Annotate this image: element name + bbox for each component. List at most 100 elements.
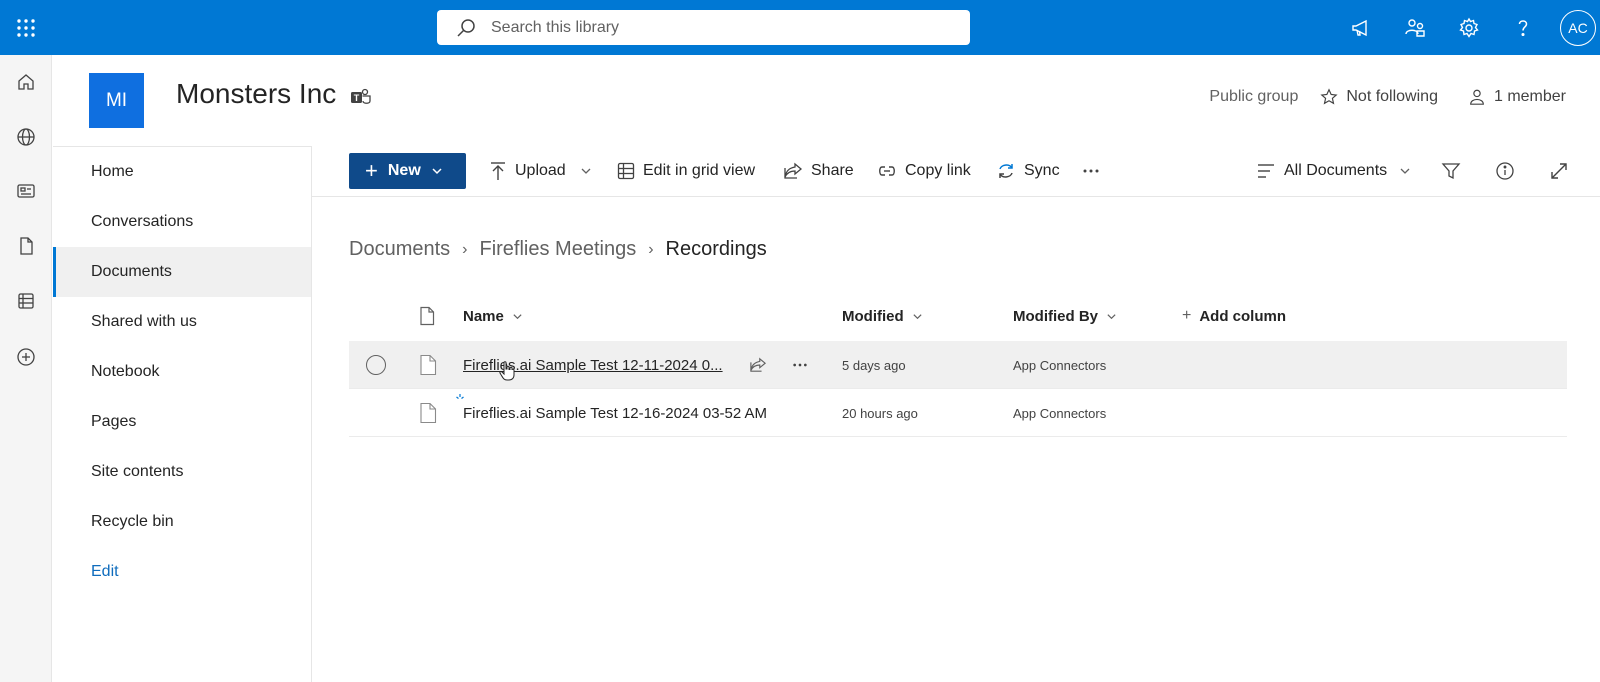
share-icon — [784, 162, 803, 179]
modified-by-cell[interactable]: App Connectors — [1013, 389, 1106, 437]
nav-item-site-contents[interactable]: Site contents — [53, 447, 311, 497]
rail-files-button[interactable] — [0, 226, 52, 266]
follow-button[interactable]: Not following — [1320, 88, 1438, 106]
column-header-modified-by[interactable]: Modified By — [1013, 296, 1117, 336]
copy-link-button[interactable]: Copy link — [877, 153, 971, 189]
expand-button[interactable] — [1549, 153, 1577, 189]
rail-lists-button[interactable] — [0, 281, 52, 321]
nav-item-pages[interactable]: Pages — [53, 397, 311, 447]
waffle-icon — [17, 18, 35, 37]
upload-button[interactable]: Upload — [489, 153, 592, 189]
rail-home-button[interactable] — [0, 62, 52, 102]
file-icon — [20, 237, 33, 255]
upload-icon — [491, 162, 505, 180]
table-row[interactable]: Fireflies.ai Sample Test 12-16-2024 03-5… — [349, 389, 1567, 437]
grid-icon — [617, 162, 635, 180]
view-selector-label: All Documents — [1284, 162, 1388, 179]
suite-bar-actions: AC — [1334, 0, 1600, 55]
view-selector[interactable]: All Documents — [1256, 153, 1411, 189]
filter-button[interactable] — [1441, 153, 1469, 189]
teams-icon[interactable]: T — [350, 88, 372, 108]
file-type-header[interactable] — [419, 296, 435, 336]
filter-icon — [1441, 163, 1461, 180]
share-icon — [750, 357, 767, 372]
hand-cursor-icon — [499, 361, 515, 381]
modified-cell: 5 days ago — [842, 357, 906, 373]
add-column-button[interactable]: + Add column — [1182, 296, 1286, 336]
plus-icon: + — [365, 158, 378, 183]
nav-item-documents[interactable]: Documents — [53, 247, 311, 297]
chevron-down-icon — [432, 168, 442, 175]
members-button[interactable]: 1 member — [1468, 88, 1566, 106]
home-icon — [18, 74, 34, 90]
nav-item-conversations[interactable]: Conversations — [53, 197, 311, 247]
search-input[interactable] — [491, 18, 911, 37]
people-settings-icon — [1405, 18, 1425, 37]
announcements-button[interactable] — [1334, 0, 1388, 55]
group-privacy: Public group — [1209, 88, 1299, 105]
new-button[interactable]: + New — [349, 153, 466, 189]
row-share-button[interactable] — [749, 341, 767, 389]
more-commands-button[interactable] — [1082, 153, 1108, 189]
add-column-label: Add column — [1199, 307, 1287, 325]
table-row[interactable]: Fireflies.ai Sample Test 12-11-2024 0...… — [349, 341, 1567, 389]
row-more-button[interactable] — [792, 341, 808, 389]
help-button[interactable] — [1496, 0, 1550, 55]
list-header: Name Modified Modified By + Add column — [349, 296, 1567, 336]
file-type-icon — [420, 306, 435, 326]
search-icon — [457, 18, 475, 37]
account-avatar[interactable]: AC — [1560, 9, 1596, 46]
column-header-modified[interactable]: Modified — [842, 296, 923, 336]
share-button[interactable]: Share — [783, 153, 854, 189]
more-icon — [1083, 169, 1099, 173]
site-navigation: Home Conversations Documents Shared with… — [53, 146, 312, 682]
file-name-cell[interactable]: Fireflies.ai Sample Test 12-16-2024 03-5… — [463, 389, 767, 437]
nav-item-shared-with-us[interactable]: Shared with us — [53, 297, 311, 347]
info-button[interactable] — [1495, 153, 1523, 189]
plus-icon: + — [1182, 307, 1192, 324]
edit-grid-view-button[interactable]: Edit in grid view — [617, 153, 755, 189]
svg-text:T: T — [354, 93, 360, 103]
breadcrumb-fireflies-meetings[interactable]: Fireflies Meetings — [479, 238, 636, 261]
app-launcher-button[interactable] — [0, 0, 52, 55]
row-select-checkbox[interactable] — [366, 341, 386, 389]
file-icon — [419, 341, 437, 389]
info-icon — [1496, 162, 1514, 180]
people-settings-button[interactable] — [1388, 0, 1442, 55]
nav-item-notebook[interactable]: Notebook — [53, 347, 311, 397]
nav-edit-link[interactable]: Edit — [53, 547, 311, 597]
more-icon — [793, 363, 807, 367]
site-meta: Public group Not following 1 member — [1209, 88, 1566, 106]
share-label: Share — [811, 162, 854, 179]
chevron-down-icon — [1107, 313, 1116, 319]
nav-item-home[interactable]: Home — [53, 147, 311, 197]
megaphone-icon — [1352, 19, 1367, 36]
breadcrumb-documents[interactable]: Documents — [349, 238, 450, 261]
link-icon — [879, 166, 895, 176]
radio-circle — [366, 355, 386, 375]
rail-sites-button[interactable] — [0, 117, 52, 157]
nav-item-recycle-bin[interactable]: Recycle bin — [53, 497, 311, 547]
person-icon — [1470, 89, 1484, 105]
settings-button[interactable] — [1442, 0, 1496, 55]
add-icon — [17, 348, 35, 366]
sync-button[interactable]: Sync — [996, 153, 1060, 189]
suite-bar: AC — [0, 0, 1600, 55]
column-header-name[interactable]: Name — [463, 296, 523, 336]
site-logo[interactable]: MI — [89, 73, 144, 128]
file-name-link[interactable]: Fireflies.ai Sample Test 12-16-2024 03-5… — [463, 405, 767, 422]
column-modified-by-label: Modified By — [1013, 307, 1098, 325]
site-title[interactable]: Monsters Inc — [176, 78, 336, 110]
chevron-down-icon — [1400, 168, 1410, 174]
news-icon — [17, 184, 35, 198]
app-rail — [0, 55, 52, 682]
search-box[interactable] — [437, 10, 970, 45]
rail-news-button[interactable] — [0, 171, 52, 211]
list-icon — [18, 293, 34, 309]
modified-by-cell[interactable]: App Connectors — [1013, 341, 1106, 389]
rail-create-button[interactable] — [0, 337, 52, 377]
chevron-right-icon: › — [648, 240, 654, 258]
file-icon — [419, 389, 437, 437]
chevron-down-icon — [913, 313, 922, 319]
globe-icon — [17, 128, 35, 146]
